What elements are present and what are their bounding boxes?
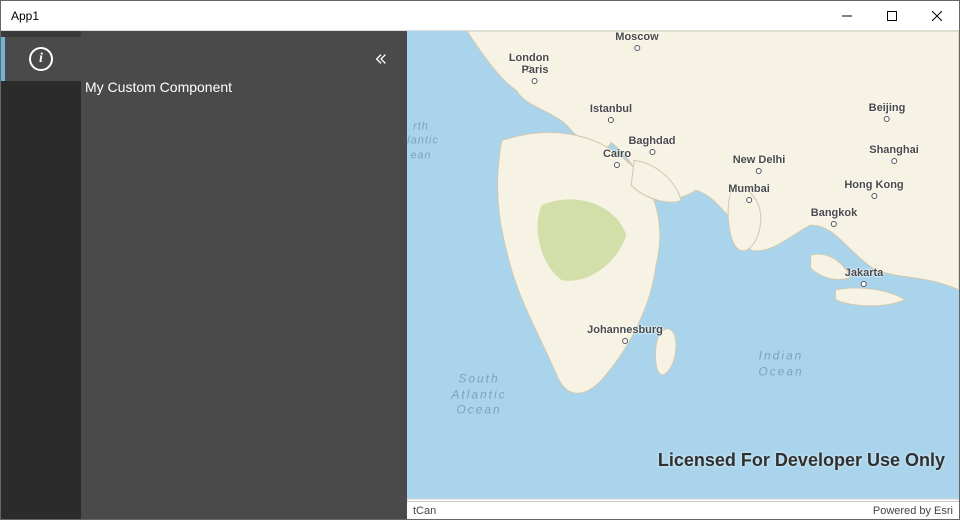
info-icon: i (29, 47, 53, 71)
map-city-marker-icon (608, 117, 614, 123)
map-city-label: Paris (522, 64, 549, 84)
map-city-label: Bangkok (811, 207, 857, 227)
window-minimize-button[interactable] (824, 1, 869, 30)
window-title: App1 (1, 9, 824, 23)
map-city-label: Istanbul (590, 103, 632, 123)
client-area: i My Custom Component (1, 31, 959, 519)
map-city-marker-icon (884, 116, 890, 122)
window-maximize-button[interactable] (869, 1, 914, 30)
map-license-watermark: Licensed For Developer Use Only (658, 450, 945, 471)
map-city-marker-icon (871, 193, 877, 199)
side-panel: My Custom Component (81, 31, 407, 519)
panel-title: My Custom Component (81, 79, 407, 95)
map-city-marker-icon (649, 149, 655, 155)
map-canvas[interactable]: MoscowLondonParisIstanbulBaghdadCairoNew… (407, 31, 959, 519)
maximize-icon (887, 11, 897, 21)
close-icon (932, 11, 942, 21)
map-city-marker-icon (891, 158, 897, 164)
map-ocean-label: rthtlanticean (407, 120, 439, 163)
map-attribution-right: Powered by Esri (873, 505, 953, 517)
rail-active-accent (1, 37, 5, 81)
map-city-label: Baghdad (628, 135, 675, 155)
map-ocean-label: IndianOcean (758, 348, 803, 379)
window-close-button[interactable] (914, 1, 959, 30)
map-city-label: Jakarta (845, 267, 884, 287)
map-city-label: New Delhi (733, 154, 786, 174)
map-city-marker-icon (532, 78, 538, 84)
minimize-icon (842, 11, 852, 21)
map-city-marker-icon (861, 281, 867, 287)
map-city-marker-icon (831, 221, 837, 227)
map-city-label: Moscow (615, 31, 658, 51)
map-city-marker-icon (614, 162, 620, 168)
map-city-marker-icon (746, 197, 752, 203)
map-city-marker-icon (756, 168, 762, 174)
map-attribution-bar: tCan Powered by Esri (407, 501, 959, 519)
rail-item-info[interactable]: i (1, 37, 81, 81)
map-attribution-left: tCan (413, 505, 436, 517)
map-city-label: Johannesburg (587, 324, 663, 344)
chevron-double-left-icon (374, 52, 388, 66)
map-city-label: Cairo (603, 148, 631, 168)
map-city-label: Hong Kong (844, 179, 903, 199)
side-rail: i (1, 31, 81, 519)
map-city-marker-icon (634, 45, 640, 51)
window-titlebar: App1 (1, 1, 959, 31)
map-city-label: Shanghai (869, 144, 919, 164)
map-city-marker-icon (622, 338, 628, 344)
panel-collapse-button[interactable] (371, 49, 391, 69)
map-city-label: Beijing (869, 102, 906, 122)
map-ocean-label: SouthAtlanticOcean (451, 372, 506, 419)
map-city-label: Mumbai (728, 183, 770, 203)
